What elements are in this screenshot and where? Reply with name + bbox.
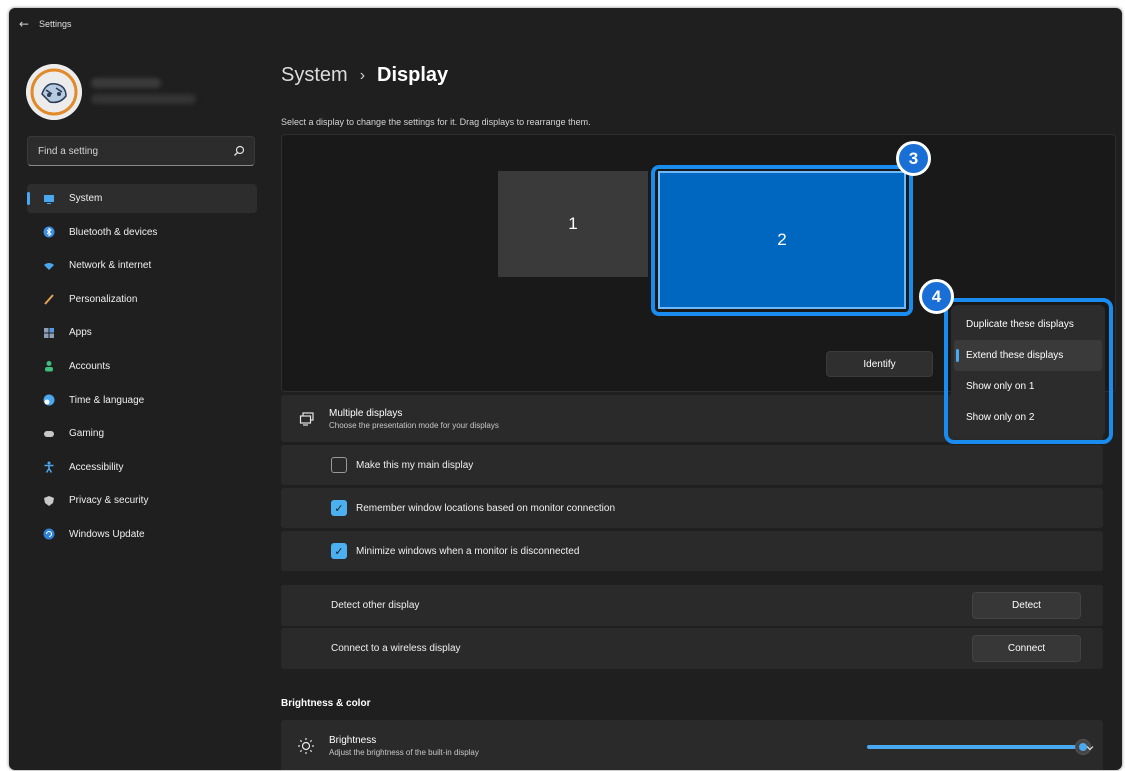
monitor-1-label: 1 xyxy=(568,214,578,233)
presentation-mode-flyout: Duplicate these displays Extend these dis… xyxy=(951,305,1105,437)
option-label: Remember window locations based on monit… xyxy=(356,502,616,514)
sidebar-item-accounts[interactable]: Accounts xyxy=(27,352,257,381)
apps-icon xyxy=(43,327,55,339)
brightness-slider-track xyxy=(867,745,1083,749)
breadcrumb: System › Display xyxy=(281,64,448,87)
sidebar-item-network-internet[interactable]: Network & internet xyxy=(27,251,257,280)
wifi-icon xyxy=(43,260,55,272)
back-arrow-icon[interactable]: ← xyxy=(9,17,39,31)
brightness-section-heading: Brightness & color xyxy=(281,698,371,709)
brightness-title: Brightness xyxy=(329,735,377,746)
sidebar: Find a setting System Bluetooth & devices… xyxy=(9,40,259,770)
multiple-displays-title: Multiple displays xyxy=(329,407,403,419)
accessibility-icon xyxy=(43,461,55,474)
avatar[interactable] xyxy=(26,64,82,120)
breadcrumb-parent[interactable]: System xyxy=(281,64,348,87)
search-icon[interactable] xyxy=(232,144,246,158)
sidebar-item-label: Network & internet xyxy=(69,260,152,272)
detect-label: Detect other display xyxy=(331,600,420,611)
user-name-blurred xyxy=(91,76,201,106)
monitor-1[interactable]: 1 xyxy=(498,171,648,277)
detect-button[interactable]: Detect xyxy=(972,592,1081,619)
monitor-2-label: 2 xyxy=(777,230,787,249)
connect-button[interactable]: Connect xyxy=(972,635,1081,662)
page-title: Display xyxy=(377,64,449,86)
sidebar-item-bluetooth-devices[interactable]: Bluetooth & devices xyxy=(27,218,257,247)
sun-icon xyxy=(297,737,315,755)
sidebar-item-windows-update[interactable]: Windows Update xyxy=(27,520,257,549)
sidebar-item-label: System xyxy=(69,193,103,204)
flyout-option[interactable]: Show only on 1 xyxy=(954,371,1102,402)
bluetooth-icon xyxy=(43,226,55,238)
sidebar-item-label: Bluetooth & devices xyxy=(69,226,158,238)
sidebar-item-label: Windows Update xyxy=(69,528,145,540)
sidebar-item-system[interactable]: System xyxy=(27,184,257,213)
title-bar: ← Settings xyxy=(9,8,1122,40)
brightness-slider[interactable] xyxy=(867,739,1091,755)
person-icon xyxy=(43,360,55,372)
checkbox[interactable]: ✓ xyxy=(331,500,347,516)
checkbox[interactable]: ✓ xyxy=(331,543,347,559)
sidebar-item-label: Apps xyxy=(69,327,92,339)
option-label: Make this my main display xyxy=(356,459,474,471)
option-row: ✓ Minimize windows when a monitor is disc… xyxy=(281,531,1103,571)
sidebar-item-privacy-security[interactable]: Privacy & security xyxy=(27,486,257,515)
sidebar-item-label: Personalization xyxy=(69,293,138,305)
gamepad-icon xyxy=(43,428,55,440)
step-badge-4: 4 xyxy=(919,279,954,314)
wireless-row: Connect to a wireless display Connect xyxy=(281,628,1103,669)
search-input[interactable]: Find a setting xyxy=(38,146,232,157)
detect-row: Detect other display Detect xyxy=(281,585,1103,626)
multiple-displays-icon xyxy=(299,411,315,427)
sidebar-item-label: Accounts xyxy=(69,360,111,372)
app-title: Settings xyxy=(39,19,72,29)
checkmark-icon: ✓ xyxy=(334,501,344,515)
step-badge-3: 3 xyxy=(896,141,931,176)
sidebar-item-apps[interactable]: Apps xyxy=(27,318,257,347)
sidebar-item-gaming[interactable]: Gaming xyxy=(27,419,257,448)
multiple-displays-desc: Choose the presentation mode for your di… xyxy=(329,420,499,430)
sidebar-nav: System Bluetooth & devices Network & inter… xyxy=(27,184,257,554)
option-label: Minimize windows when a monitor is disco… xyxy=(356,545,580,557)
sidebar-item-accessibility[interactable]: Accessibility xyxy=(27,453,257,482)
search-box[interactable]: Find a setting xyxy=(27,136,255,166)
checkbox[interactable] xyxy=(331,457,347,473)
chevron-down-icon[interactable] xyxy=(1085,740,1095,751)
sidebar-item-label: Privacy & security xyxy=(69,495,149,507)
sidebar-item-label: Gaming xyxy=(69,428,105,440)
breadcrumb-separator: › xyxy=(359,66,366,84)
flyout-option[interactable]: Show only on 2 xyxy=(954,402,1102,433)
shield-icon xyxy=(43,495,55,507)
sidebar-item-label: Accessibility xyxy=(69,461,124,473)
globe-clock-icon xyxy=(43,394,55,406)
monitor-icon xyxy=(43,193,55,205)
sidebar-item-label: Time & language xyxy=(69,394,145,406)
brightness-desc: Adjust the brightness of the built-in di… xyxy=(329,748,479,757)
identify-button[interactable]: Identify xyxy=(826,351,933,377)
brush-icon xyxy=(43,293,55,305)
flyout-option[interactable]: Duplicate these displays xyxy=(954,309,1102,340)
sidebar-item-personalization[interactable]: Personalization xyxy=(27,285,257,314)
flyout-option[interactable]: Extend these displays xyxy=(954,340,1102,371)
page-subtitle: Select a display to change the settings … xyxy=(281,117,591,127)
wireless-label: Connect to a wireless display xyxy=(331,643,461,654)
sidebar-item-time-language[interactable]: Time & language xyxy=(27,386,257,415)
checkmark-icon: ✓ xyxy=(334,544,344,558)
option-row: Make this my main display xyxy=(281,445,1103,485)
update-icon xyxy=(43,528,55,540)
option-row: ✓ Remember window locations based on moni… xyxy=(281,488,1103,528)
brightness-card: Brightness Adjust the brightness of the … xyxy=(281,720,1103,770)
monitor-2[interactable]: 2 xyxy=(658,171,906,309)
